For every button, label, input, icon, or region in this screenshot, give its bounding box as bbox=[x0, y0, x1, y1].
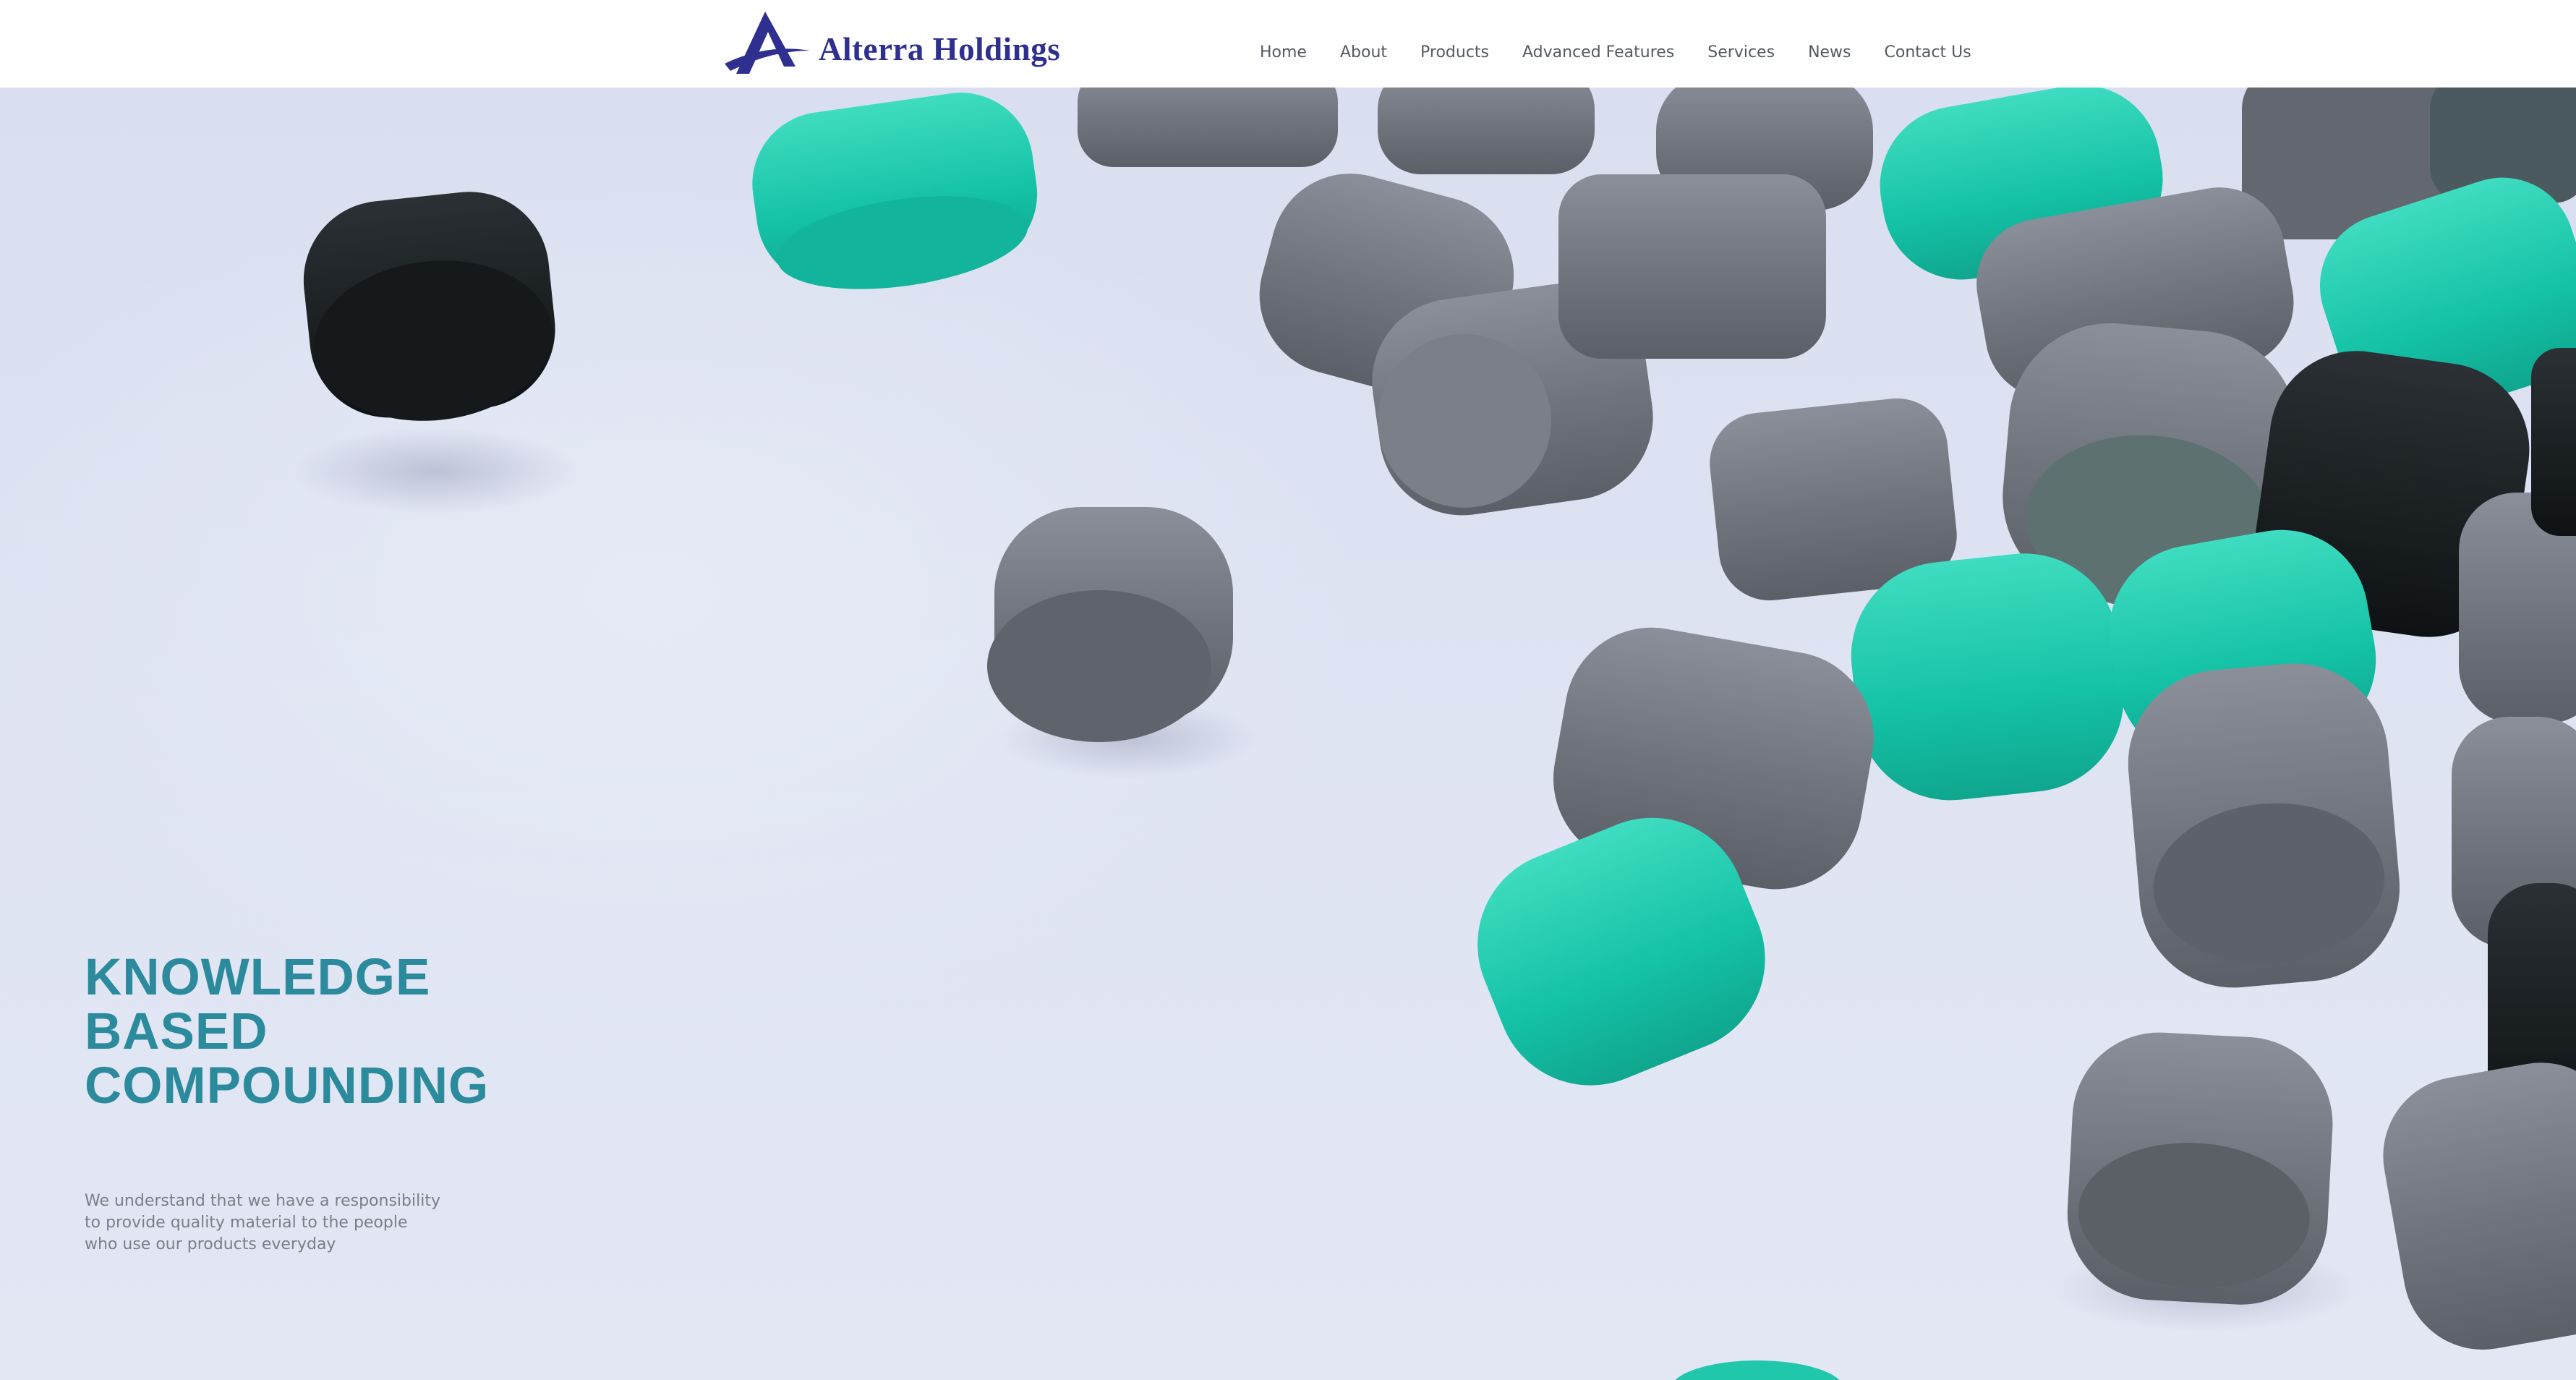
description-line: to provide quality material to the peopl… bbox=[85, 1214, 408, 1232]
hero-description: We understand that we have a responsibil… bbox=[85, 1191, 461, 1256]
nav-services[interactable]: Services bbox=[1707, 43, 1775, 61]
headline-line: COMPOUNDING bbox=[85, 1057, 490, 1115]
plastic-pellets-background-image bbox=[289, 88, 2576, 1380]
nav-home[interactable]: Home bbox=[1260, 43, 1307, 61]
nav-advanced-features[interactable]: Advanced Features bbox=[1522, 43, 1674, 61]
description-line: who use our products everyday bbox=[85, 1235, 336, 1253]
hero-section: KNOWLEDGE BASED COMPOUNDING We understan… bbox=[0, 88, 2576, 1380]
nav-news[interactable]: News bbox=[1808, 43, 1851, 61]
nav-products[interactable]: Products bbox=[1420, 43, 1489, 61]
brand-logo[interactable]: Alterra Holdings bbox=[723, 10, 1060, 77]
headline-line: BASED bbox=[85, 1003, 268, 1060]
nav-about[interactable]: About bbox=[1340, 43, 1387, 61]
nav-contact-us[interactable]: Contact Us bbox=[1885, 43, 1971, 61]
brand-name: Alterra Holdings bbox=[819, 31, 1061, 67]
alterra-a-logo-icon bbox=[725, 12, 810, 74]
site-header: Alterra Holdings Home About Products Adv… bbox=[0, 0, 2576, 88]
hero-headline: KNOWLEDGE BASED COMPOUNDING bbox=[85, 950, 489, 1113]
headline-line: KNOWLEDGE bbox=[85, 949, 431, 1006]
description-line: We understand that we have a responsibil… bbox=[85, 1192, 440, 1210]
main-nav: Home About Products Advanced Features Se… bbox=[1260, 43, 1971, 61]
